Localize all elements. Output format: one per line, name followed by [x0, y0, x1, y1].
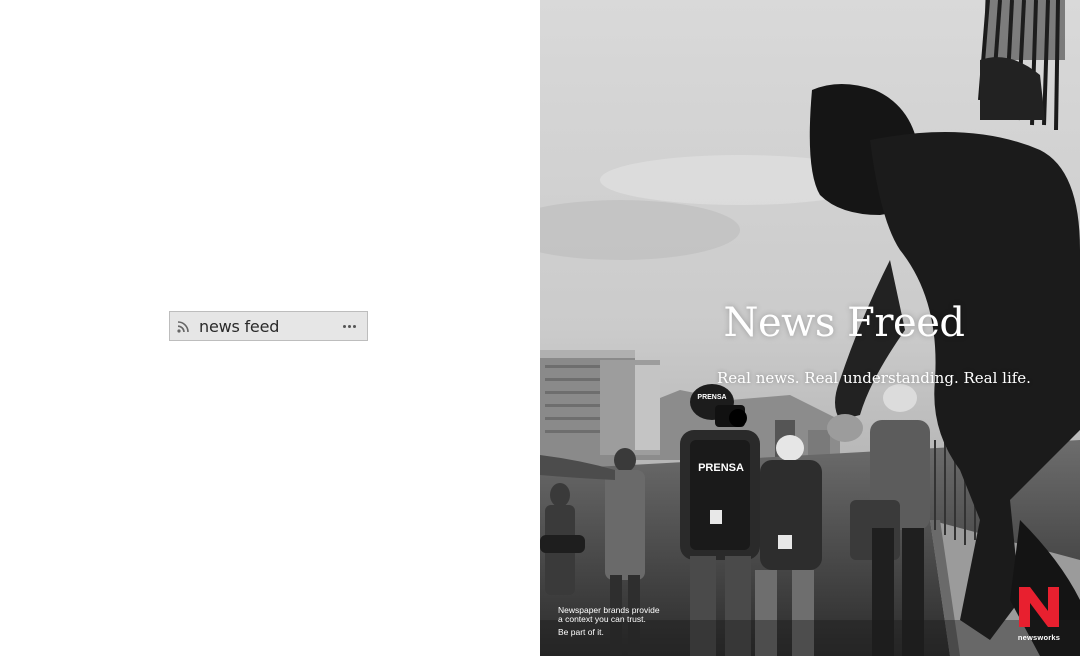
svg-text:PRENSA: PRENSA — [697, 394, 726, 401]
newsworks-logo[interactable]: newsworks — [1016, 585, 1062, 642]
left-pane: news feed — [0, 0, 540, 656]
ad-footer-line-2: a context you can trust. — [558, 614, 646, 624]
ad-footer-text: Newspaper brands provide a context you c… — [558, 606, 660, 637]
page: news feed PRENSA PRENSA News Freed Real … — [0, 0, 1080, 656]
ad-subtitle: Real news. Real understanding. Real life… — [717, 369, 1031, 387]
ad-title: News Freed — [723, 300, 965, 346]
svg-text:PRENSA: PRENSA — [698, 462, 744, 474]
news-feed-label: news feed — [199, 316, 280, 336]
ad-footer-cta: Be part of it. — [558, 627, 604, 637]
newsworks-n-icon — [1019, 587, 1059, 627]
more-options-icon[interactable] — [338, 315, 360, 337]
advertisement-panel[interactable]: PRENSA PRENSA News Freed Real news. Real… — [540, 0, 1080, 656]
news-feed-widget[interactable]: news feed — [169, 311, 368, 341]
brand-name: newsworks — [1017, 633, 1061, 642]
rss-icon — [176, 318, 192, 334]
